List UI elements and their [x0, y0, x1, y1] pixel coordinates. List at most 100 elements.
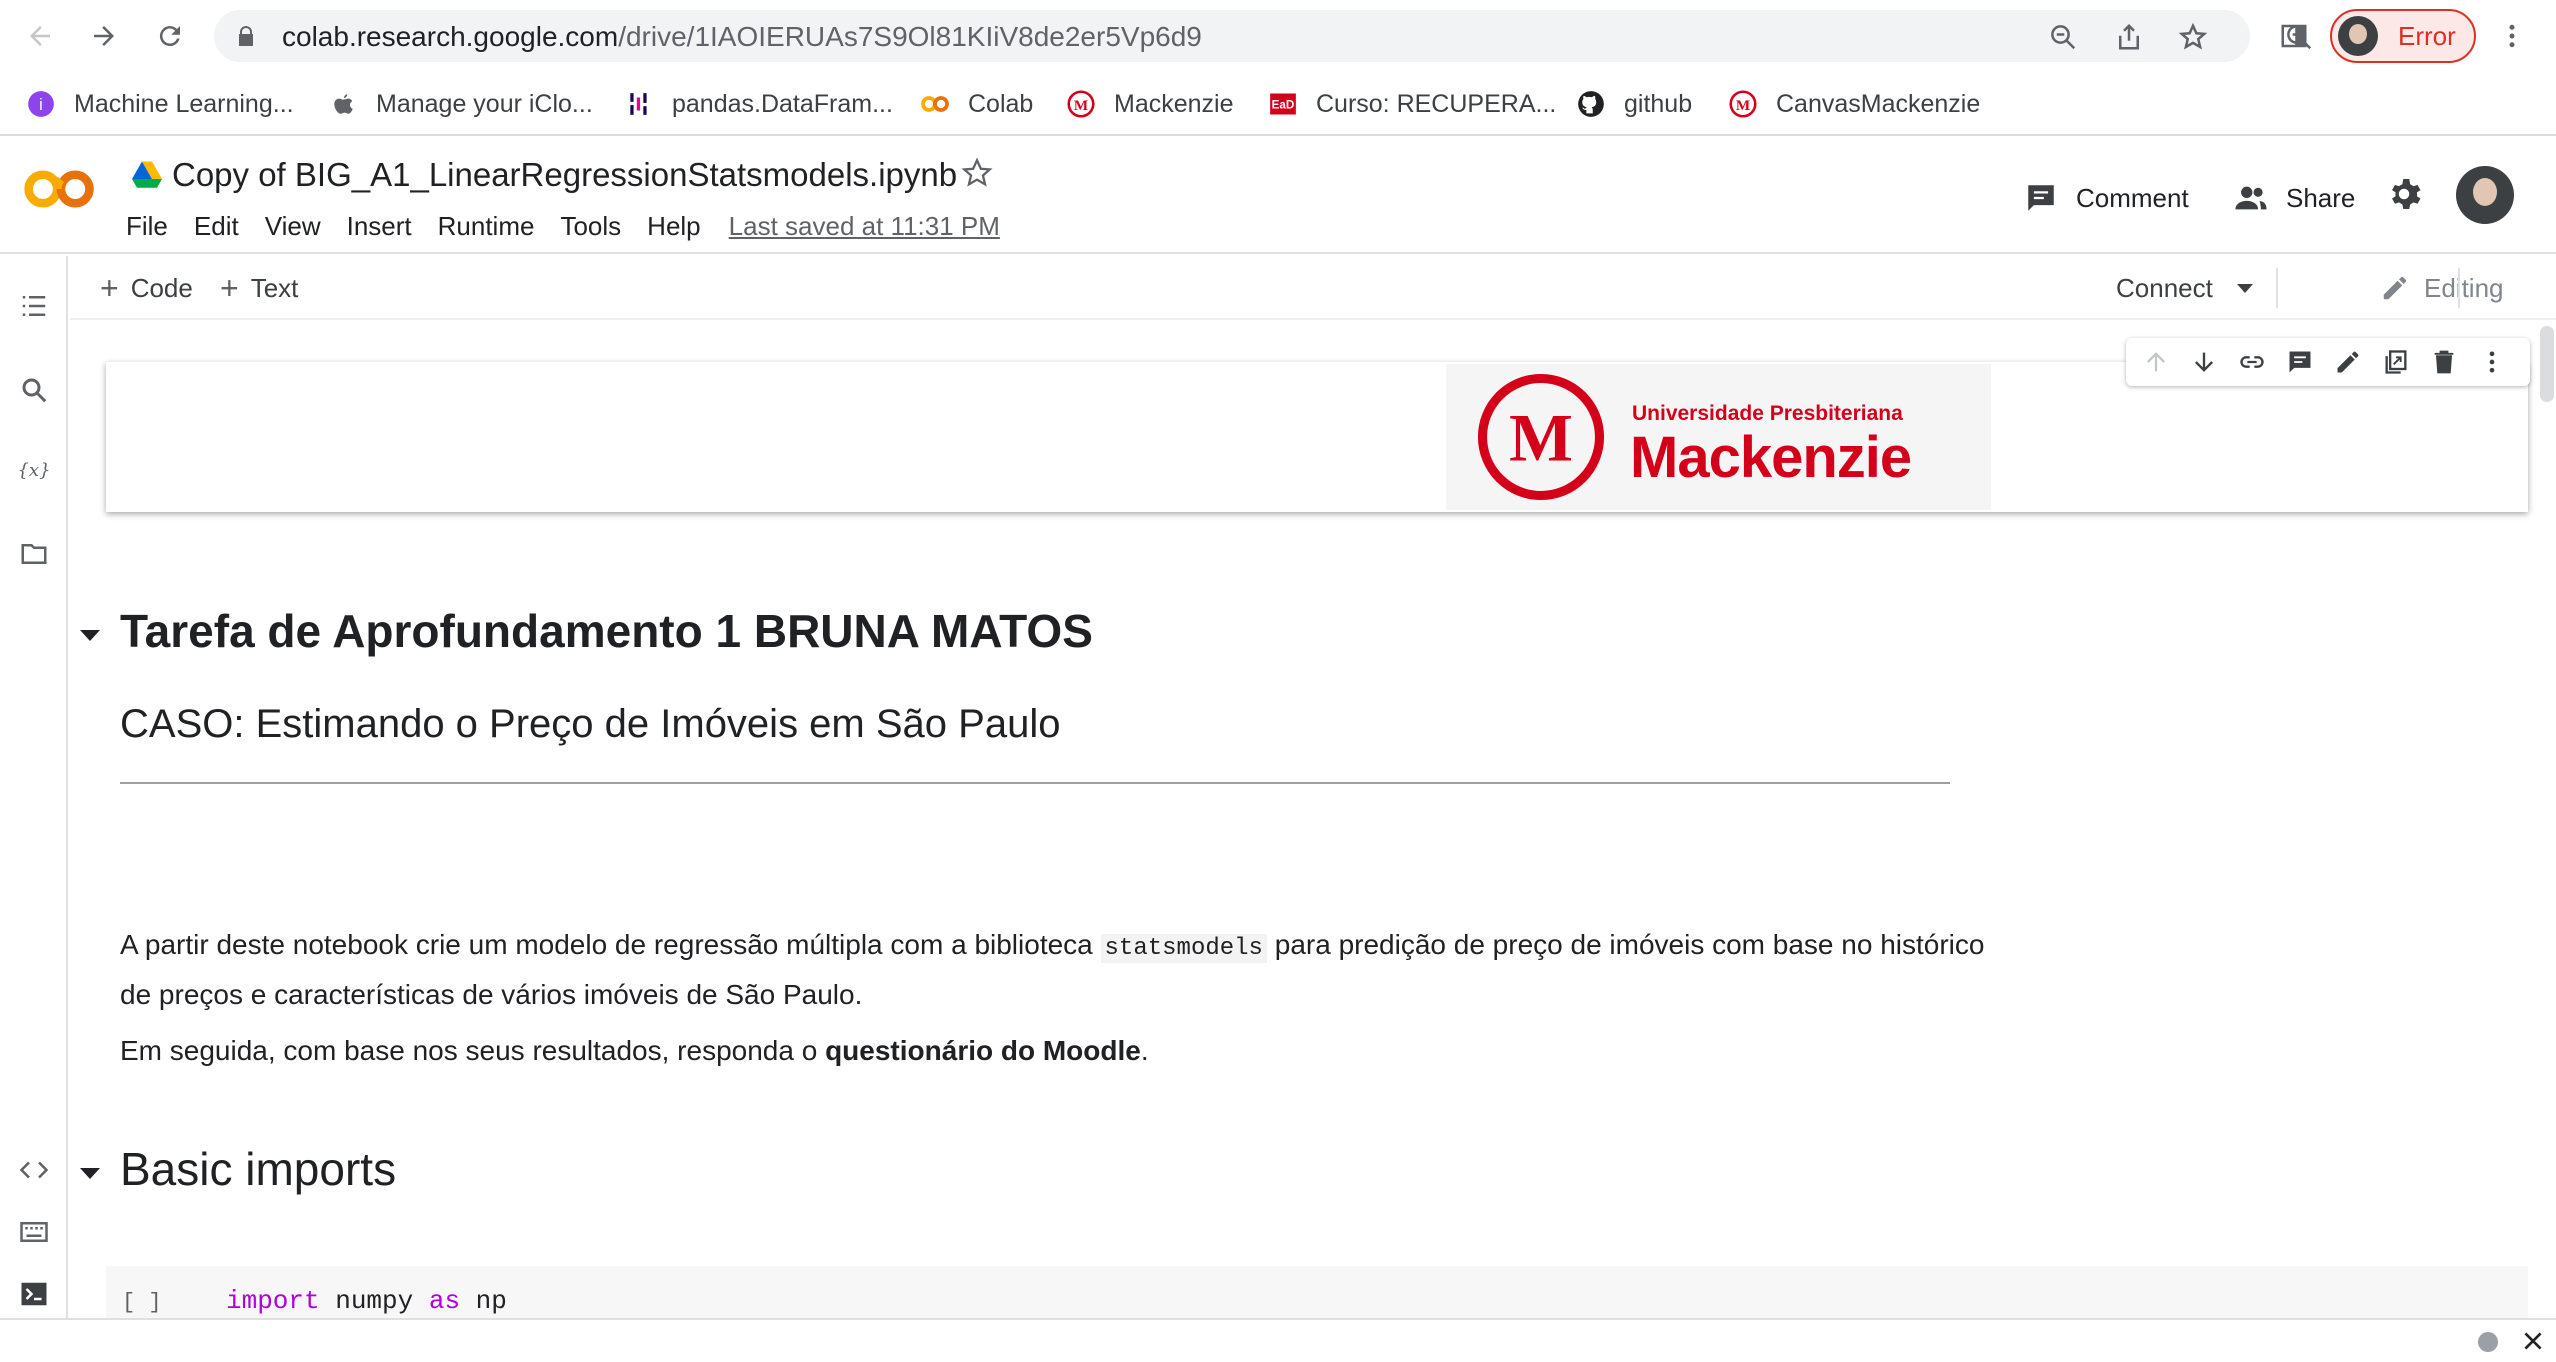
add-text-label: Text — [250, 272, 299, 303]
move-cell-down-button[interactable] — [2190, 348, 2218, 376]
runtime-status-indicator[interactable] — [2478, 1332, 2498, 1352]
keyboard-icon — [20, 1222, 48, 1242]
code-snippets-button[interactable] — [16, 1152, 52, 1188]
find-button[interactable] — [16, 372, 52, 408]
apple-icon — [328, 89, 358, 119]
close-icon[interactable] — [2520, 1328, 2546, 1354]
move-cell-up-button[interactable] — [2142, 348, 2170, 376]
bookmark-curso-recupera[interactable]: EaD Curso: RECUPERA... — [1268, 86, 1556, 122]
colab-logo-icon[interactable] — [22, 166, 98, 212]
svg-text:{x}: {x} — [19, 460, 49, 481]
magnifier-icon[interactable] — [2048, 22, 2078, 52]
files-button[interactable] — [16, 536, 52, 572]
menu-edit[interactable]: Edit — [194, 211, 239, 242]
browser-toolbar: colab.research.google.com/drive/1IAOIERU… — [0, 0, 2556, 72]
instruction-text-start: Em seguida, com base nos seus resultados… — [120, 1035, 826, 1066]
code-module-name: numpy — [319, 1286, 429, 1316]
menu-runtime[interactable]: Runtime — [438, 211, 535, 242]
chrome-menu-button[interactable] — [2496, 18, 2528, 54]
table-of-contents-button[interactable] — [16, 288, 52, 324]
bookmark-pandas[interactable]: pandas.DataFram... — [624, 86, 893, 122]
mackenzie-icon: M — [1066, 89, 1096, 119]
menu-help[interactable]: Help — [647, 211, 700, 242]
collapse-section-icon[interactable] — [80, 1168, 100, 1179]
star-icon[interactable] — [960, 156, 994, 190]
connect-button[interactable]: Connect — [2116, 270, 2253, 306]
instruction-paragraph: Em seguida, com base nos seus resultados… — [120, 1028, 2020, 1074]
bookmark-label: Machine Learning... — [74, 89, 294, 118]
bookmark-label: github — [1624, 89, 1693, 118]
last-saved-link[interactable]: Last saved at 11:31 PM — [729, 211, 1000, 242]
intro-text-start: A partir deste notebook crie um modelo d… — [120, 929, 1101, 960]
section-heading-title: Tarefa de Aprofundamento 1 BRUNA MATOS — [120, 605, 1093, 657]
menu-tools[interactable]: Tools — [560, 211, 621, 242]
bookmark-icloud[interactable]: Manage your iClo... — [328, 86, 593, 122]
bookmark-canvas-mackenzie[interactable]: M CanvasMackenzie — [1728, 86, 1980, 122]
cell-toolbar — [2126, 338, 2530, 386]
editing-label: Editing — [2424, 272, 2504, 303]
side-panel-button[interactable] — [2278, 18, 2310, 54]
ml-icon: i — [26, 89, 56, 119]
comment-button[interactable]: Comment — [2024, 178, 2189, 218]
copy-link-button[interactable] — [2238, 348, 2266, 376]
terminal-button[interactable] — [16, 1276, 52, 1312]
comment-label: Comment — [2076, 182, 2189, 213]
menu-view[interactable]: View — [265, 211, 321, 242]
svg-text:M: M — [1074, 97, 1088, 114]
svg-text:EaD: EaD — [1272, 99, 1295, 112]
forward-button[interactable] — [82, 14, 126, 58]
bookmark-star-icon[interactable] — [2178, 22, 2208, 52]
share-button[interactable]: Share — [2234, 178, 2355, 218]
url-domain: colab.research.google.com — [282, 21, 619, 52]
back-button[interactable] — [18, 14, 62, 58]
terminal-icon — [21, 1282, 47, 1306]
side-panel-icon — [2281, 24, 2307, 48]
people-icon — [2235, 186, 2267, 210]
bookmark-label: Curso: RECUPERA... — [1316, 89, 1557, 118]
notebook-title[interactable]: Copy of BIG_A1_LinearRegressionStatsmode… — [172, 156, 957, 194]
code-cell[interactable]: [ ] import numpy as np — [106, 1266, 2528, 1318]
editing-mode-button[interactable]: Editing — [2380, 270, 2504, 306]
user-avatar[interactable] — [2456, 166, 2514, 224]
add-text-button[interactable]: + Text — [220, 270, 298, 306]
chevron-up-icon[interactable] — [2550, 272, 2556, 304]
bookmark-machine-learning[interactable]: i Machine Learning... — [26, 86, 294, 122]
collapse-section-icon[interactable] — [80, 630, 100, 641]
add-comment-button[interactable] — [2286, 348, 2314, 376]
more-cell-actions-button[interactable] — [2478, 348, 2506, 376]
toolbar-divider — [2276, 268, 2278, 308]
menu-file[interactable]: File — [126, 211, 168, 242]
delete-cell-button[interactable] — [2430, 348, 2458, 376]
inline-code-statsmodels: statsmodels — [1100, 934, 1267, 963]
bookmark-colab[interactable]: Colab — [920, 86, 1033, 122]
bookmark-github[interactable]: github — [1576, 86, 1692, 122]
profile-status-text: Error — [2398, 20, 2456, 51]
address-bar[interactable]: colab.research.google.com/drive/1IAOIERU… — [214, 10, 2312, 62]
comment-icon — [2289, 351, 2311, 373]
code-keyword-as: as — [428, 1286, 461, 1316]
arrow-down-icon — [2195, 352, 2213, 372]
profile-error-chip[interactable]: Error — [2330, 9, 2476, 63]
gear-icon[interactable] — [2386, 176, 2422, 212]
reload-button[interactable] — [148, 14, 192, 58]
svg-text:M: M — [1736, 97, 1750, 114]
command-palette-button[interactable] — [16, 1214, 52, 1250]
add-code-button[interactable]: + Code — [100, 270, 193, 306]
moodle-quiz-text: questionário do Moodle — [825, 1035, 1141, 1066]
edit-cell-button[interactable] — [2334, 348, 2362, 376]
run-cell-button[interactable]: [ ] — [122, 1290, 162, 1315]
bookmark-mackenzie[interactable]: M Mackenzie — [1066, 86, 1234, 122]
variables-button[interactable]: {x} — [16, 452, 52, 488]
menu-insert[interactable]: Insert — [347, 211, 412, 242]
bookmark-label: pandas.DataFram... — [672, 89, 893, 118]
share-label: Share — [2286, 182, 2356, 213]
code-line[interactable]: import numpy as np — [226, 1286, 507, 1316]
variables-icon: {x} — [19, 460, 49, 481]
chevron-down-icon — [2236, 283, 2253, 293]
share-page-icon[interactable] — [2114, 22, 2144, 52]
mirror-cell-button[interactable] — [2382, 348, 2410, 376]
trash-icon — [2434, 350, 2454, 374]
google-drive-icon[interactable] — [132, 160, 162, 188]
vertical-scrollbar[interactable] — [2540, 326, 2554, 402]
arrow-up-icon — [2147, 352, 2165, 372]
